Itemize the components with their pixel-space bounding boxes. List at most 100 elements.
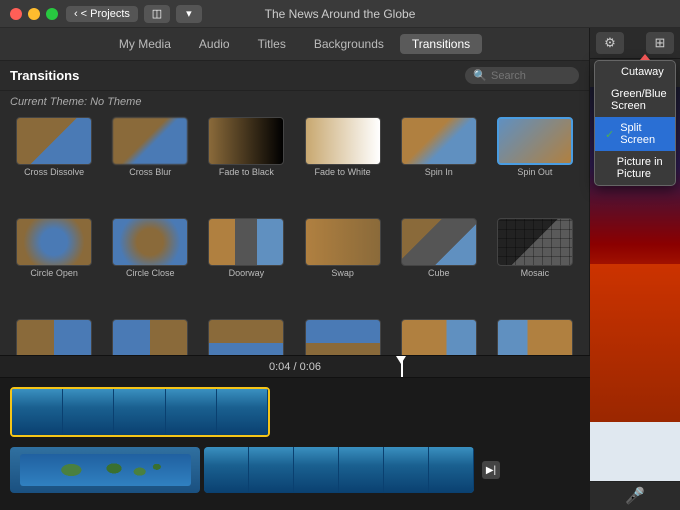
transition-label-spin-in: Spin In	[425, 167, 453, 177]
settings-icon-btn[interactable]: ⚙	[596, 32, 624, 54]
clip-world-map[interactable]	[10, 447, 200, 493]
transition-thumb-mosaic	[497, 218, 573, 266]
transition-label-mosaic: Mosaic	[521, 268, 550, 278]
mic-area: 🎤	[590, 481, 680, 510]
clip-waterfall-selected[interactable]	[10, 387, 270, 437]
right-panel: ⚙ ⊞ Cutaway Green/Blue Screen Split Scre…	[590, 28, 680, 510]
timeline-area: 0:04 / 0:06	[0, 355, 590, 510]
time-bar: 0:04 / 0:06	[0, 356, 590, 378]
transition-label-fade-black: Fade to Black	[219, 167, 274, 177]
transition-thumb-circle-close	[112, 218, 188, 266]
transition-item-fade-black[interactable]: Fade to Black	[200, 117, 292, 214]
transition-thumb-circle-open	[16, 218, 92, 266]
clip-seg-a	[204, 447, 249, 493]
transition-thumb-cube	[401, 218, 477, 266]
transition-item-circle-close[interactable]: Circle Close	[104, 218, 196, 315]
transition-item-spin-in[interactable]: Spin In	[393, 117, 485, 214]
mic-icon[interactable]: 🎤	[625, 486, 645, 506]
search-box: 🔍	[465, 67, 579, 84]
clip-seg-2	[63, 389, 114, 435]
transition-item-spin-out[interactable]: Spin Out	[489, 117, 581, 214]
track-upper	[10, 386, 580, 438]
dropdown-menu: Cutaway Green/Blue Screen ✓ Split Screen…	[594, 60, 676, 186]
transition-label-cube: Cube	[428, 268, 450, 278]
tab-transitions[interactable]: Transitions	[400, 34, 482, 54]
transition-label-circle-open: Circle Open	[30, 268, 78, 278]
right-top-icons: ⚙ ⊞	[590, 28, 680, 59]
transition-thumb-spin-out	[497, 117, 573, 165]
dropdown-item-cutaway[interactable]: Cutaway	[595, 61, 675, 83]
transition-item-cross-blur[interactable]: Cross Blur	[104, 117, 196, 214]
traffic-lights	[0, 8, 58, 20]
track-lower: ▶|	[10, 444, 580, 496]
transition-label-circle-close: Circle Close	[126, 268, 175, 278]
left-nav-icon-btn[interactable]: ◫	[144, 5, 170, 23]
transition-label-fade-white: Fade to White	[315, 167, 371, 177]
transition-thumb-fade-white	[305, 117, 381, 165]
transition-thumb-fade-black	[208, 117, 284, 165]
dropdown-item-green-blue[interactable]: Green/Blue Screen	[595, 83, 675, 117]
end-marker[interactable]: ▶|	[482, 461, 500, 479]
panel-title: Transitions	[10, 68, 79, 83]
transition-item-mosaic[interactable]: Mosaic	[489, 218, 581, 315]
clip-seg-3	[114, 389, 165, 435]
transition-label-swap: Swap	[331, 268, 354, 278]
dropdown-label-pip: Picture in Picture	[617, 156, 665, 180]
transition-label-cross-dissolve: Cross Dissolve	[24, 167, 84, 177]
world-map-visual	[20, 454, 191, 486]
titlebar-left: ‹ < Projects ◫ ▾	[66, 5, 202, 23]
dropdown-arrow-indicator	[640, 54, 650, 60]
panel-header: Transitions 🔍	[0, 61, 589, 91]
dropdown-label-green-blue: Green/Blue Screen	[611, 88, 667, 112]
clip-seg-c	[294, 447, 339, 493]
timeline-tracks: ▶|	[0, 378, 590, 504]
time-display: 0:04 / 0:06	[269, 361, 321, 373]
layout-icon-btn[interactable]: ⊞	[646, 32, 674, 54]
transition-item-circle-open[interactable]: Circle Open	[8, 218, 100, 315]
dropdown-item-pip[interactable]: Picture in Picture	[595, 151, 675, 185]
tab-audio[interactable]: Audio	[187, 34, 242, 54]
transition-label-doorway: Doorway	[229, 268, 265, 278]
playhead-line	[401, 356, 403, 377]
clip-seg-4	[166, 389, 217, 435]
dropdown-item-split-screen[interactable]: ✓ Split Screen	[595, 117, 675, 151]
tab-bar: My Media Audio Titles Backgrounds Transi…	[0, 28, 589, 61]
preview-snow	[590, 422, 680, 481]
dropdown-label-split-screen: Split Screen	[620, 122, 665, 146]
transition-thumb-cross-dissolve	[16, 117, 92, 165]
window-title: The News Around the Globe	[265, 7, 416, 21]
clip-seg-5	[217, 389, 268, 435]
titlebar: ‹ < Projects ◫ ▾ The News Around the Glo…	[0, 0, 680, 28]
theme-label: Current Theme: No Theme	[0, 91, 589, 113]
check-mark-icon: ✓	[605, 128, 614, 141]
search-icon: 🔍	[473, 69, 487, 82]
tab-backgrounds[interactable]: Backgrounds	[302, 34, 396, 54]
dropdown-label-cutaway: Cutaway	[621, 66, 664, 78]
clip-seg-e	[384, 447, 429, 493]
back-label: < Projects	[81, 8, 130, 20]
transition-label-spin-out: Spin Out	[517, 167, 552, 177]
clip-seg-1	[12, 389, 63, 435]
close-button[interactable]	[10, 8, 22, 20]
right-nav-icon-btn[interactable]: ▾	[176, 5, 202, 23]
minimize-button[interactable]	[28, 8, 40, 20]
clip-seg-f	[429, 447, 474, 493]
clip-waterfall-thumb	[12, 389, 268, 435]
tab-titles[interactable]: Titles	[246, 34, 298, 54]
transition-item-fade-white[interactable]: Fade to White	[296, 117, 388, 214]
transition-thumb-cross-blur	[112, 117, 188, 165]
transition-thumb-doorway	[208, 218, 284, 266]
transition-thumb-spin-in	[401, 117, 477, 165]
back-arrow-icon: ‹	[74, 8, 78, 20]
maximize-button[interactable]	[46, 8, 58, 20]
transition-thumb-swap	[305, 218, 381, 266]
clip-seg-d	[339, 447, 384, 493]
search-input[interactable]	[491, 70, 571, 82]
transition-item-cross-dissolve[interactable]: Cross Dissolve	[8, 117, 100, 214]
transition-item-swap[interactable]: Swap	[296, 218, 388, 315]
clip-waterfall-2[interactable]	[204, 447, 474, 493]
transition-item-cube[interactable]: Cube	[393, 218, 485, 315]
tab-my-media[interactable]: My Media	[107, 34, 183, 54]
transition-item-doorway[interactable]: Doorway	[200, 218, 292, 315]
back-button[interactable]: ‹ < Projects	[66, 6, 138, 22]
